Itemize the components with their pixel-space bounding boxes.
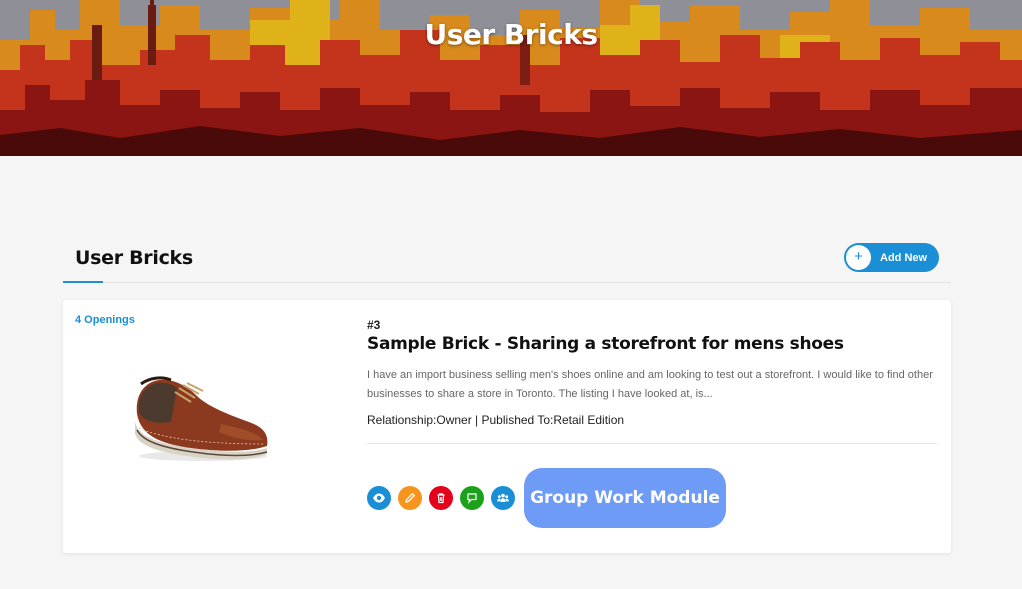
brick-number: #3	[367, 318, 381, 332]
divider	[367, 443, 937, 444]
action-buttons	[367, 486, 522, 510]
section-header: User Bricks + Add New	[63, 241, 951, 283]
view-button[interactable]	[367, 486, 391, 510]
users-icon	[497, 493, 509, 502]
delete-button[interactable]	[429, 486, 453, 510]
chat-icon	[467, 493, 477, 504]
add-new-button[interactable]: + Add New	[844, 243, 939, 272]
hero-banner: User Bricks	[0, 0, 1022, 156]
edit-button[interactable]	[398, 486, 422, 510]
group-work-module-button[interactable]: Group Work Module	[524, 468, 726, 528]
plus-icon: +	[846, 245, 871, 270]
add-new-label: Add New	[880, 251, 928, 264]
trash-icon	[437, 493, 445, 504]
pencil-icon	[405, 492, 416, 503]
brick-title[interactable]: Sample Brick - Sharing a storefront for …	[367, 334, 844, 354]
members-button[interactable]	[491, 486, 515, 510]
hero-title: User Bricks	[424, 18, 598, 51]
section-title: User Bricks	[75, 247, 193, 269]
brick-description: I have an import business selling men's …	[367, 369, 933, 400]
openings-link[interactable]: 4 Openings	[75, 314, 135, 326]
section-title-underline	[63, 281, 103, 283]
brick-card: 4 Openings #3 Sample Brick - Sharing a s…	[63, 300, 951, 553]
chat-button[interactable]	[460, 486, 484, 510]
eye-icon	[373, 493, 385, 503]
shoe-image	[135, 376, 268, 461]
brick-meta: Relationship:Owner | Published To:Retail…	[367, 413, 625, 427]
